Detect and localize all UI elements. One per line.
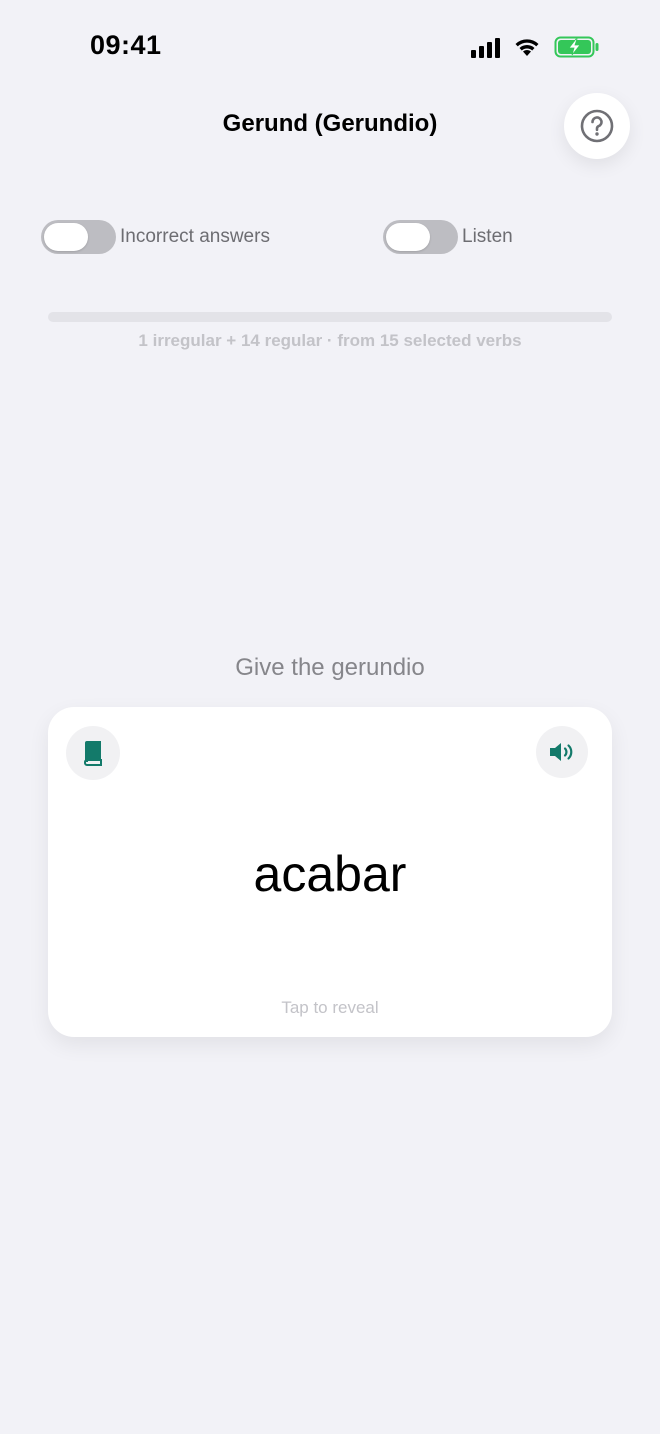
listen-label: Listen: [462, 226, 513, 247]
speaker-icon: [550, 743, 573, 761]
incorrect-answers-toggle-row: Incorrect answers: [41, 220, 270, 254]
cellular-signal-icon: [471, 36, 500, 58]
listen-toggle-row: Listen: [383, 220, 513, 254]
speak-button[interactable]: [536, 726, 588, 778]
book-icon: [84, 741, 102, 766]
toggle-knob: [44, 223, 88, 251]
status-time: 09:41: [90, 30, 162, 60]
progress-bar: [48, 312, 612, 322]
incorrect-answers-toggle[interactable]: [41, 220, 116, 254]
question-circle-icon: [580, 109, 614, 143]
dictionary-button[interactable]: [66, 726, 120, 780]
incorrect-answers-label: Incorrect answers: [120, 226, 270, 247]
wifi-icon: [515, 39, 539, 56]
help-button[interactable]: [564, 93, 630, 159]
page-title: Gerund (Gerundio): [222, 110, 438, 137]
tap-to-reveal-hint: Tap to reveal: [281, 998, 379, 1017]
toggle-knob: [386, 223, 430, 251]
progress-caption: 1 irregular + 14 regular · from 15 selec…: [138, 331, 522, 350]
battery-charging-icon: [554, 36, 599, 58]
flashcard[interactable]: acabar Tap to reveal: [48, 707, 612, 1037]
verb-word: acabar: [253, 846, 407, 902]
listen-toggle[interactable]: [383, 220, 458, 254]
status-bar: 09:41: [0, 0, 660, 96]
exercise-prompt: Give the gerundio: [235, 654, 425, 681]
status-icons: [471, 36, 600, 58]
